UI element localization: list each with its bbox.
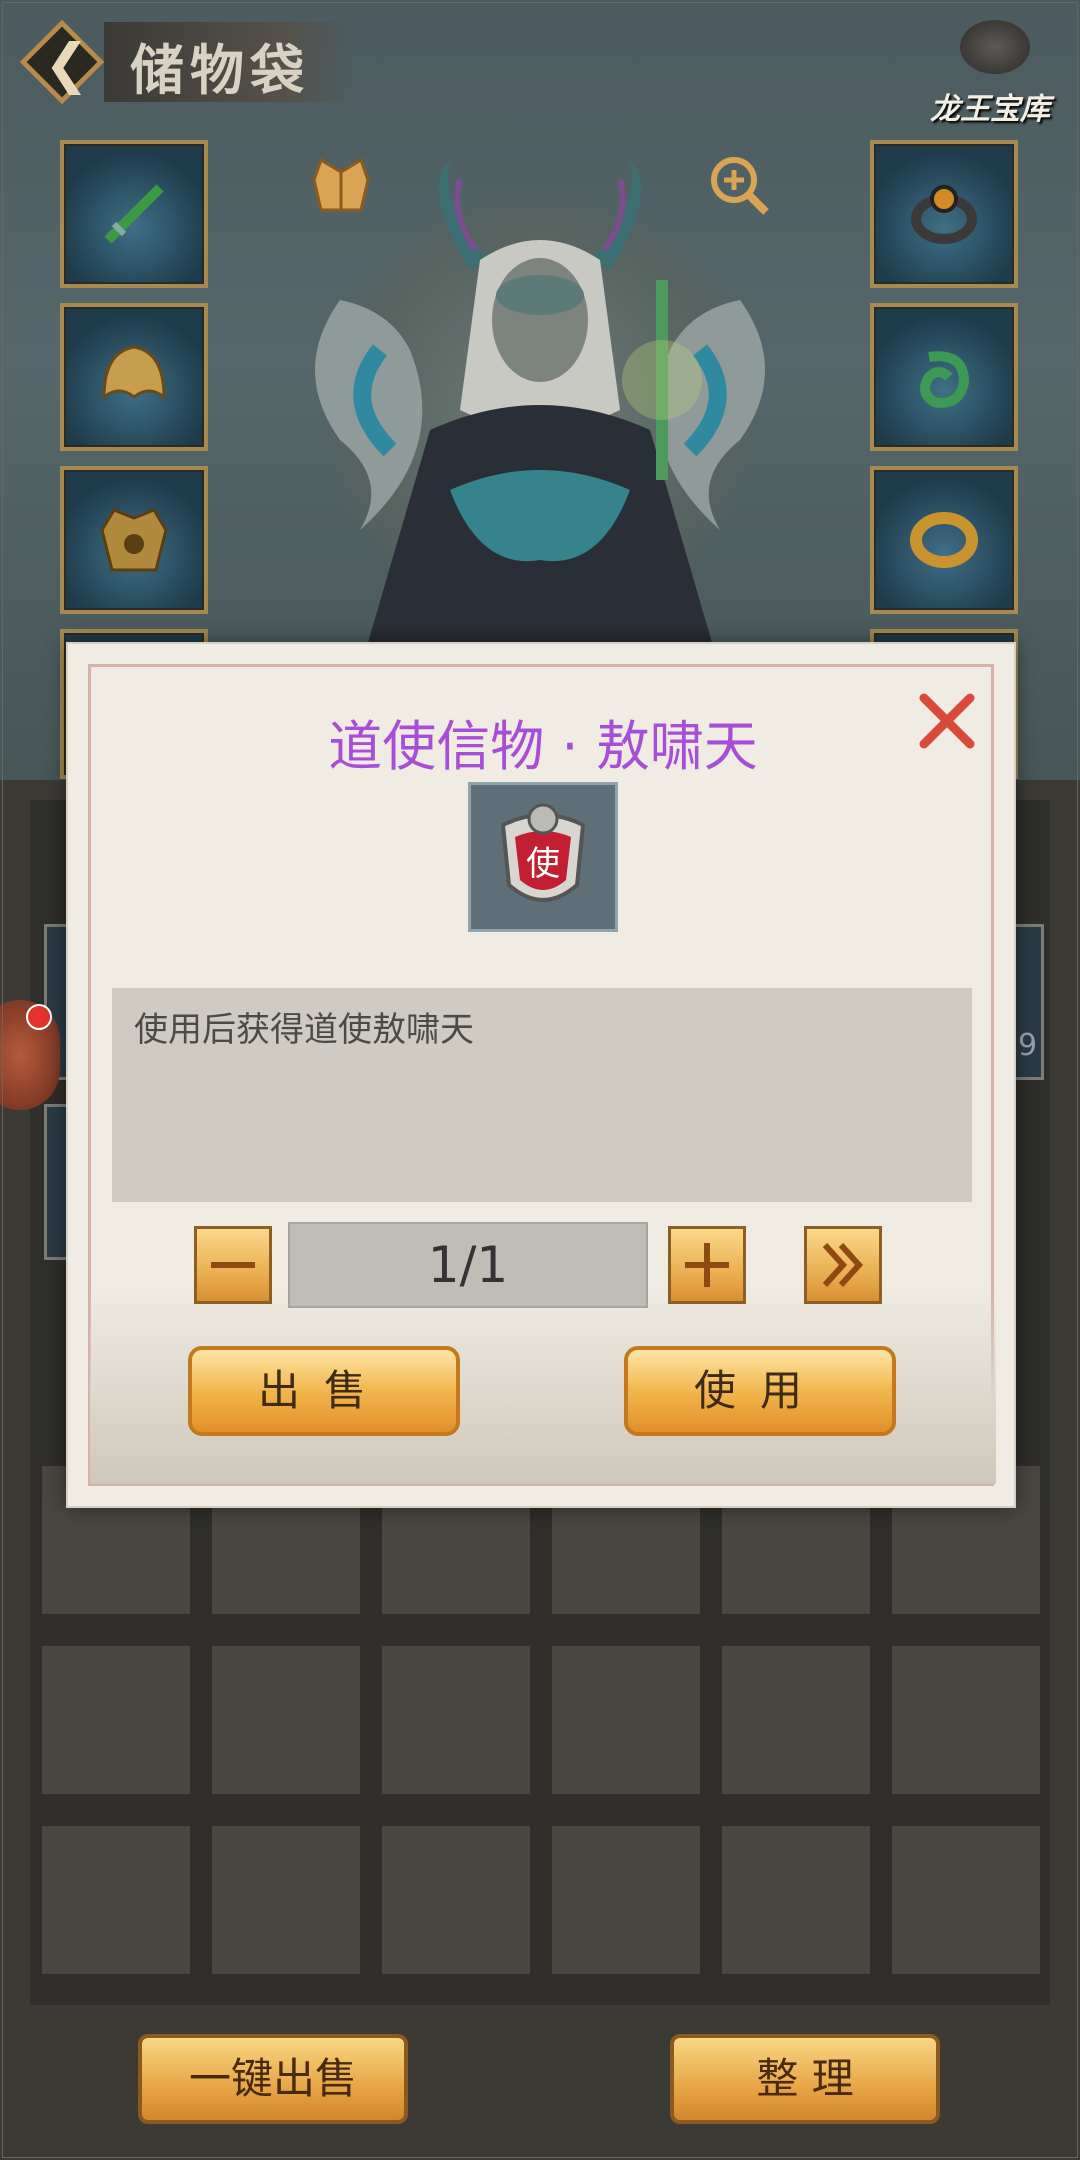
double-chevron-right-icon: [822, 1242, 864, 1288]
equip-slot-weapon[interactable]: [60, 140, 208, 288]
close-icon[interactable]: [914, 688, 980, 754]
inventory-slot[interactable]: [42, 1646, 190, 1794]
inventory-slot[interactable]: [892, 1646, 1040, 1794]
max-quantity-button[interactable]: [804, 1226, 882, 1304]
helmet-icon: [102, 345, 166, 401]
minus-icon: [211, 1262, 255, 1268]
zoom-in-icon[interactable]: [704, 150, 774, 220]
use-button[interactable]: 使用: [624, 1346, 896, 1436]
armor-icon: [100, 508, 168, 572]
dark-ring-icon: [911, 185, 977, 244]
page-title: 储物袋: [130, 38, 310, 102]
inventory-slot[interactable]: [552, 1826, 700, 1974]
treasure-vault-button[interactable]: 龙王宝库: [920, 14, 1070, 127]
inventory-slot[interactable]: [382, 1826, 530, 1974]
quantity-field[interactable]: 1/1: [288, 1222, 648, 1308]
back-button[interactable]: ❮: [14, 14, 110, 110]
chevron-left-icon: ❮: [44, 32, 90, 95]
item-count: 9: [1018, 1028, 1038, 1063]
dragon-emblem-icon: [960, 20, 1030, 74]
decrease-button[interactable]: [194, 1226, 272, 1304]
sort-button[interactable]: 整 理: [670, 2034, 940, 2124]
item-glyph: 使: [526, 844, 560, 884]
inventory-slot[interactable]: [212, 1646, 360, 1794]
equip-slot-ring-dark[interactable]: [870, 140, 1018, 288]
item-description: 使用后获得道使敖啸天: [134, 1010, 474, 1050]
jade-pendant-icon: [920, 351, 970, 408]
plus-icon: [685, 1243, 729, 1287]
item-title: 道使信物 · 敖啸天: [328, 715, 758, 778]
equip-slot-gold-ring[interactable]: [870, 466, 1018, 614]
item-use-dialog: 道使信物 · 敖啸天 使 使用后获得道使敖啸天 1/1 出售 使用: [66, 642, 1016, 1508]
inventory-slot[interactable]: [382, 1646, 530, 1794]
envoy-token-icon: 使: [500, 803, 586, 902]
description-box: 使用后获得道使敖啸天: [112, 988, 972, 1202]
increase-button[interactable]: [668, 1226, 746, 1304]
item-icon-frame: 使: [468, 782, 618, 932]
inventory-slot[interactable]: [42, 1826, 190, 1974]
fashion-icon[interactable]: [306, 150, 376, 220]
inventory-slot[interactable]: [212, 1826, 360, 1974]
inventory-slot[interactable]: [722, 1826, 870, 1974]
treasure-vault-label: 龙王宝库: [930, 92, 1050, 127]
inventory-slot[interactable]: [552, 1646, 700, 1794]
sword-icon: [104, 184, 164, 244]
equip-slot-armor[interactable]: [60, 466, 208, 614]
notification-dot: [26, 1004, 52, 1030]
inventory-slot[interactable]: [892, 1826, 1040, 1974]
gold-ring-icon: [910, 512, 978, 568]
equip-slot-helmet[interactable]: [60, 303, 208, 451]
sell-all-button[interactable]: 一键出售: [138, 2034, 408, 2124]
inventory-slot[interactable]: [722, 1646, 870, 1794]
equip-slot-pendant[interactable]: [870, 303, 1018, 451]
sell-button[interactable]: 出售: [188, 1346, 460, 1436]
